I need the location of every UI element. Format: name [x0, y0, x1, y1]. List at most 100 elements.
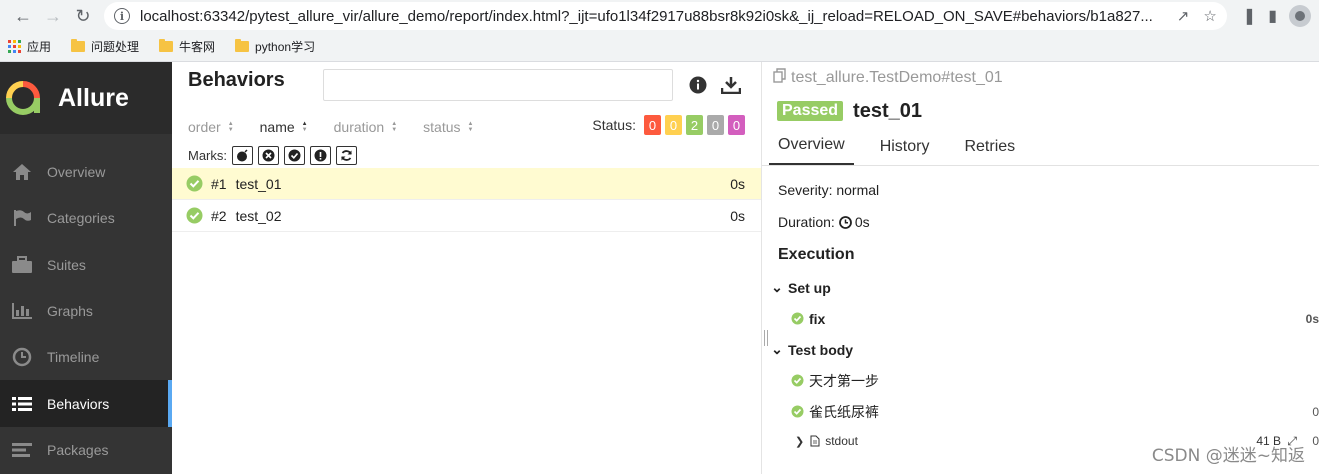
reload-button[interactable]: ↻ [68, 4, 98, 28]
passed-check-icon [186, 207, 203, 224]
watermark: CSDN @迷迷~知返 [1151, 446, 1305, 466]
row-duration: 0s [730, 207, 745, 224]
sidebar-item-label: Suites [47, 256, 86, 273]
sidebar: Allure Overview Categories Suites Graphs… [0, 62, 172, 474]
sort-duration[interactable]: duration ▲ ▼ [334, 119, 398, 135]
table-row[interactable]: #1 test_01 0s [172, 168, 761, 200]
duration: Duration: 0s [778, 206, 1319, 238]
stage-label: Test body [788, 341, 854, 358]
exclamation-circle-icon [314, 149, 327, 161]
step-duration: 0 [1312, 404, 1319, 419]
sidebar-item-categories[interactable]: Categories [0, 195, 172, 241]
search-input[interactable] [323, 69, 673, 101]
sort-label: status [423, 119, 461, 135]
step-item[interactable]: 雀氏纸尿裤 0 [778, 396, 1319, 427]
sidebar-item-timeline[interactable]: Timeline [0, 334, 172, 380]
back-button[interactable]: ← [8, 4, 38, 28]
bookmark-apps[interactable]: 应用 [8, 38, 51, 55]
breadcrumb-text: test_allure.TestDemo#test_01 [791, 69, 1003, 86]
sidebar-item-behaviors[interactable]: Behaviors [0, 380, 172, 428]
step-label: fix [809, 310, 826, 327]
sidebar-item-suites[interactable]: Suites [0, 242, 172, 288]
side-panel-icon[interactable]: ▮ [1268, 6, 1277, 26]
status-broken-toggle[interactable]: 0 [665, 115, 682, 135]
sort-arrows-icon: ▲ ▼ [301, 121, 308, 133]
brand[interactable]: Allure [0, 62, 172, 134]
setup-stage-toggle[interactable]: ⌄ Set up [770, 272, 1319, 303]
attachment-name: stdout [825, 434, 858, 448]
align-left-icon [10, 440, 34, 460]
passed-check-icon [791, 374, 804, 387]
sort-name[interactable]: name ▲ ▼ [260, 119, 308, 135]
mark-new-failed-toggle[interactable] [258, 145, 279, 165]
sidebar-item-label: Categories [47, 210, 115, 227]
sidebar-nav: Overview Categories Suites Graphs Timeli… [0, 149, 172, 473]
copy-icon[interactable] [773, 68, 787, 88]
forward-button[interactable]: → [38, 4, 68, 28]
folder-icon [235, 38, 250, 52]
bookmark-folder[interactable]: python学习 [235, 38, 315, 55]
briefcase-icon [10, 255, 34, 275]
brand-name: Allure [58, 83, 129, 112]
sidebar-item-packages[interactable]: Packages [0, 427, 172, 473]
chevron-down-icon: ⌄ [771, 341, 783, 357]
tab-overview[interactable]: Overview [769, 136, 854, 165]
status-passed-toggle[interactable]: 2 [686, 115, 703, 135]
tab-retries[interactable]: Retries [955, 138, 1024, 165]
profile-avatar[interactable] [1289, 5, 1311, 27]
bookmark-star-icon[interactable]: ☆ [1203, 7, 1216, 25]
sort-status[interactable]: status ▲ ▼ [423, 119, 473, 135]
mark-new-broken-toggle[interactable] [310, 145, 331, 165]
status-badge: Passed [777, 101, 844, 121]
behaviors-pane: Behaviors order ▲ ▼ name ▲ ▼ duration ▲ … [172, 62, 762, 474]
passed-check-icon [791, 312, 804, 325]
site-info-icon[interactable]: i [114, 8, 130, 24]
row-duration: 0s [730, 175, 745, 192]
browser-toolbar: ← → ↻ i localhost:63342/pytest_allure_vi… [0, 0, 1319, 62]
status-failed-toggle[interactable]: 0 [644, 115, 661, 135]
bookmark-folder[interactable]: 问题处理 [71, 38, 139, 55]
mark-new-passed-toggle[interactable] [284, 145, 305, 165]
execution-title: Execution [778, 246, 855, 263]
address-bar[interactable]: i localhost:63342/pytest_allure_vir/allu… [104, 2, 1227, 30]
step-item[interactable]: fix 0s [778, 303, 1319, 334]
times-circle-icon [262, 149, 275, 161]
chevron-right-icon: ❯ [795, 435, 805, 448]
bomb-icon [237, 148, 248, 161]
marks-filter: Marks: [172, 142, 761, 168]
status-unknown-toggle[interactable]: 0 [728, 115, 745, 135]
refresh-icon [341, 149, 352, 161]
tab-history[interactable]: History [871, 138, 939, 165]
status-skipped-toggle[interactable]: 0 [707, 115, 724, 135]
mark-retries-toggle[interactable] [336, 145, 357, 165]
file-text-icon [810, 435, 820, 447]
row-number: #2 [211, 207, 227, 224]
detail-tabs: Overview History Retries [762, 128, 1319, 166]
test-body-stage-toggle[interactable]: ⌄ Test body [770, 334, 1319, 365]
sidebar-item-graphs[interactable]: Graphs [0, 288, 172, 334]
pane-resize-handle[interactable] [762, 330, 770, 346]
address-url: localhost:63342/pytest_allure_vir/allure… [140, 7, 1153, 25]
step-item[interactable]: 天才第一步 [778, 365, 1319, 396]
home-icon [10, 162, 34, 182]
bookmark-label: 问题处理 [91, 39, 140, 54]
share-icon[interactable]: ↗ [1177, 7, 1190, 25]
extensions-icon[interactable]: ❚ [1243, 6, 1256, 26]
test-detail-pane: test_allure.TestDemo#test_01 Passed test… [762, 62, 1319, 474]
duration-label: Duration: [778, 214, 835, 230]
mark-flaky-toggle[interactable] [232, 145, 253, 165]
table-row[interactable]: #2 test_02 0s [172, 200, 761, 232]
sort-label: order [188, 119, 221, 135]
status-filter: Status: 0 0 2 0 0 [592, 115, 745, 135]
sort-order[interactable]: order ▲ ▼ [188, 119, 234, 135]
clock-icon [10, 347, 34, 367]
info-icon[interactable] [689, 76, 707, 99]
bookmark-folder[interactable]: 牛客网 [159, 38, 215, 55]
bookmarks-bar: 应用 问题处理 牛客网 python学习 [0, 32, 1319, 60]
sidebar-item-overview[interactable]: Overview [0, 149, 172, 195]
sidebar-item-label: Behaviors [47, 395, 110, 412]
flag-icon [10, 208, 34, 228]
download-icon[interactable] [720, 76, 742, 99]
duration-value: 0s [854, 214, 870, 230]
pane-title: Behaviors [188, 69, 285, 91]
